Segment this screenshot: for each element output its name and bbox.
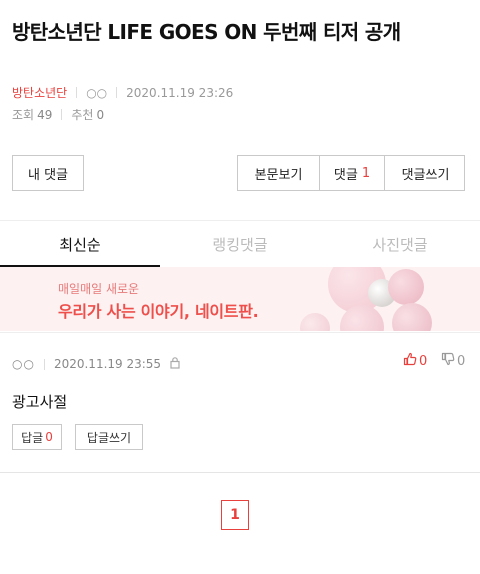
divider: [0, 472, 480, 473]
comment-text: 광고사절: [12, 393, 68, 411]
comment-author[interactable]: ○○: [12, 357, 35, 371]
comment-action-group: 본문보기 댓글 1 댓글쓰기: [237, 155, 465, 191]
lock-icon: [169, 356, 181, 372]
divider: [61, 109, 63, 120]
comment-datetime: 2020.11.19 23:55: [53, 357, 162, 371]
divider: [43, 358, 45, 370]
comment-sort-tabs: 최신순 랭킹댓글 사진댓글: [0, 220, 480, 268]
downvote-button[interactable]: 0: [441, 352, 465, 370]
write-comment-button[interactable]: 댓글쓰기: [385, 156, 466, 190]
comment-meta: ○○ 2020.11.19 23:55: [12, 356, 181, 372]
bubble-decoration: [388, 269, 424, 305]
bubble-decoration: [300, 313, 330, 331]
upvote-button[interactable]: 0: [403, 352, 427, 370]
views-count: 49: [37, 107, 53, 122]
reply-label: 답글: [21, 430, 44, 445]
reply-count-button[interactable]: 답글 0: [12, 424, 62, 450]
tab-latest[interactable]: 최신순: [0, 221, 160, 268]
post-datetime: 2020.11.19 23:26: [126, 85, 234, 100]
comments-count-button[interactable]: 댓글 1: [320, 156, 385, 190]
board-link[interactable]: 방탄소년단: [12, 84, 67, 101]
reply-count: 0: [45, 430, 53, 444]
thumbs-up-icon: [403, 352, 417, 370]
post-meta: 방탄소년단 ○○ 2020.11.19 23:26: [12, 84, 233, 101]
recommend-label: 추천: [71, 108, 94, 122]
upvote-count: 0: [419, 353, 428, 369]
bubble-decoration: [392, 303, 432, 331]
banner-headline: 우리가 사는 이야기, 네이트판.: [58, 302, 259, 321]
post-author[interactable]: ○○: [86, 86, 107, 100]
banner-subtitle: 매일매일 새로운: [58, 282, 140, 296]
divider: [116, 87, 118, 98]
divider: [0, 332, 480, 333]
pagination-current-page[interactable]: 1: [221, 500, 249, 530]
tab-photo[interactable]: 사진댓글: [320, 221, 480, 267]
tab-ranking[interactable]: 랭킹댓글: [160, 221, 320, 267]
thumbs-down-icon: [441, 352, 455, 370]
comments-page: 방탄소년단 LIFE GOES ON 두번째 티저 공개 방탄소년단 ○○ 20…: [0, 0, 480, 574]
divider: [76, 87, 78, 98]
post-stats: 조회 49 추천 0: [12, 106, 104, 123]
ad-banner[interactable]: 매일매일 새로운 우리가 사는 이야기, 네이트판.: [0, 267, 480, 331]
comments-count: 1: [361, 165, 371, 181]
comments-label: 댓글: [333, 167, 358, 183]
views-label: 조회: [12, 108, 35, 122]
write-reply-button[interactable]: 답글쓰기: [75, 424, 143, 450]
recommend-count: 0: [96, 107, 105, 122]
post-title: 방탄소년단 LIFE GOES ON 두번째 티저 공개: [12, 20, 401, 44]
my-comments-button[interactable]: 내 댓글: [12, 155, 84, 191]
view-post-button[interactable]: 본문보기: [238, 156, 320, 190]
downvote-count: 0: [457, 353, 466, 369]
